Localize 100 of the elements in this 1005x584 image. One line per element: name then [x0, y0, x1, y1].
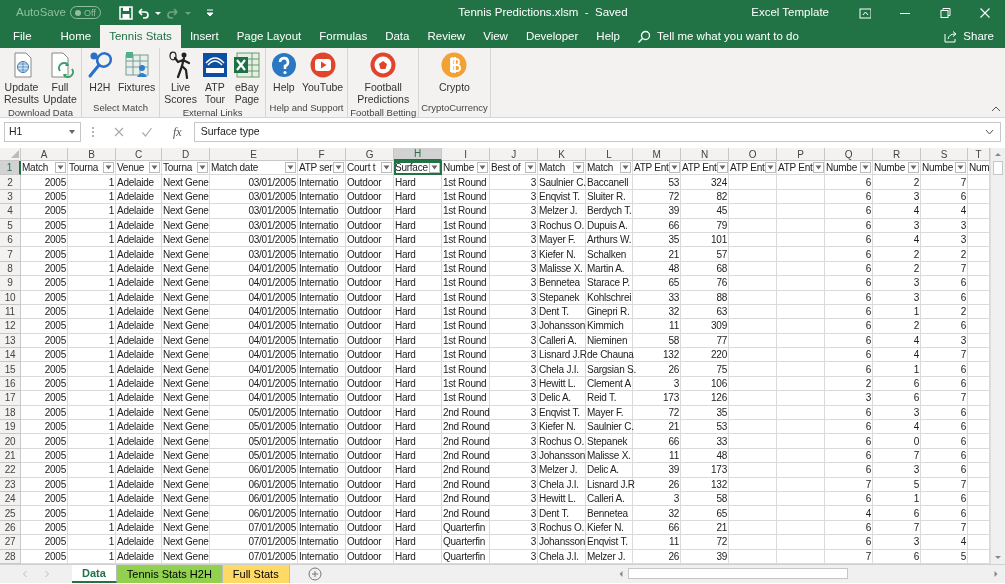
caret-icon — [199, 165, 206, 171]
column-header[interactable]: J — [490, 148, 538, 161]
sheet-tab[interactable]: Data — [72, 564, 117, 583]
column-header[interactable]: I — [442, 148, 490, 161]
ribbon-button[interactable]: YouTube — [299, 50, 346, 94]
ribbon-tab[interactable]: Data — [376, 25, 419, 48]
row-header[interactable]: 7 — [0, 247, 21, 262]
check-icon[interactable] — [141, 126, 153, 138]
ribbon-button[interactable]: Full Update — [41, 50, 79, 106]
filter-button[interactable] — [620, 162, 631, 174]
column-header[interactable]: G — [346, 148, 394, 161]
column-header[interactable]: L — [586, 148, 633, 161]
ribbon-button[interactable]: Help — [267, 50, 300, 94]
row-header[interactable]: 22 — [0, 463, 21, 478]
ribbon-tab[interactable]: Home — [51, 25, 101, 48]
column-header[interactable]: P — [777, 148, 825, 161]
row-header[interactable]: 19 — [0, 420, 21, 435]
restore-icon[interactable] — [939, 6, 951, 19]
column-header[interactable]: C — [116, 148, 162, 161]
ribbon-tab[interactable]: Review — [418, 25, 475, 48]
expand-icon[interactable] — [985, 129, 994, 135]
column-header[interactable]: B — [68, 148, 116, 161]
add-sheet-icon[interactable] — [307, 566, 322, 581]
column-header[interactable]: A — [21, 148, 68, 161]
row-header[interactable]: 14 — [0, 348, 21, 363]
ribbon-tab[interactable]: Insert — [180, 25, 228, 48]
ribbon-button[interactable]: Fixtures — [115, 50, 158, 94]
row-header[interactable]: 1 — [0, 161, 21, 176]
column-header[interactable]: F — [298, 148, 346, 161]
row-header[interactable]: 27 — [0, 535, 21, 550]
scrollbar-thumb[interactable] — [993, 161, 1003, 175]
row-header[interactable]: 15 — [0, 362, 21, 377]
row-header[interactable]: 25 — [0, 506, 21, 521]
row-header[interactable]: 12 — [0, 319, 21, 334]
row-header[interactable]: 4 — [0, 204, 21, 219]
filter-button[interactable] — [812, 162, 824, 174]
ribbon-tab[interactable]: Page Layout — [227, 25, 311, 48]
ribbon-display-icon[interactable] — [859, 6, 871, 19]
search-field[interactable]: Tell me what you want to do — [655, 26, 855, 47]
ribbon-button[interactable]: eBay Page — [230, 50, 263, 106]
column-header[interactable]: S — [921, 148, 968, 161]
filter-button[interactable] — [429, 162, 440, 174]
sheet-tab[interactable]: Full Stats — [222, 564, 290, 583]
column-header[interactable]: T — [968, 148, 990, 161]
sheet-tab[interactable]: Tennis Stats H2H — [116, 564, 223, 583]
ribbon-button[interactable]: Football Predictions — [355, 50, 412, 106]
filter-button[interactable] — [573, 162, 584, 174]
column-header[interactable]: O — [729, 148, 777, 161]
filter-button[interactable] — [333, 162, 344, 174]
ribbon-button[interactable]: H2H — [83, 50, 116, 94]
ribbon-tab[interactable]: Developer — [516, 25, 588, 48]
column-header[interactable]: R — [873, 148, 921, 161]
filter-button[interactable] — [197, 162, 208, 174]
formula-input[interactable]: Surface type — [193, 122, 1001, 142]
insert-function-button[interactable]: fx — [167, 122, 188, 142]
row-header[interactable]: 2 — [0, 175, 21, 190]
save-icon[interactable] — [118, 5, 133, 20]
column-header[interactable]: N — [681, 148, 729, 161]
filter-button[interactable] — [525, 162, 536, 174]
undo-icon[interactable] — [135, 5, 150, 20]
column-header[interactable]: K — [538, 148, 586, 161]
column-header[interactable]: E — [210, 148, 298, 161]
collapse-ribbon-icon[interactable] — [991, 105, 1001, 113]
row-header[interactable]: 20 — [0, 434, 21, 449]
filter-button[interactable] — [764, 162, 776, 174]
ribbon-button[interactable]: ATP Tour — [198, 50, 231, 106]
vertical-scrollbar[interactable] — [990, 148, 1005, 564]
name-box[interactable]: H1 — [4, 122, 81, 142]
scrollbar-thumb[interactable] — [628, 568, 848, 580]
filter-button[interactable] — [955, 162, 966, 174]
filter-button[interactable] — [285, 162, 296, 174]
row-header[interactable]: 9 — [0, 276, 21, 291]
ribbon-tab[interactable]: File — [4, 25, 52, 48]
table-cell: Hard — [394, 463, 442, 478]
filter-button[interactable] — [103, 162, 114, 174]
close-icon[interactable] — [979, 6, 991, 19]
ribbon-tab[interactable]: Formulas — [310, 25, 377, 48]
table-cell: Outdoor — [346, 477, 394, 492]
filter-button[interactable] — [149, 162, 160, 174]
column-header[interactable]: Q — [825, 148, 873, 161]
filter-button[interactable] — [55, 162, 66, 174]
column-header[interactable]: M — [633, 148, 681, 161]
column-header[interactable]: H — [394, 148, 442, 161]
caret-icon[interactable] — [68, 129, 76, 135]
ribbon-tab[interactable]: Help — [587, 25, 629, 48]
filter-button[interactable] — [381, 162, 392, 174]
ribbon-button[interactable]: Live Scores — [162, 50, 199, 106]
empty-cell — [777, 247, 825, 262]
filter-button[interactable] — [477, 162, 488, 174]
ribbon-tab[interactable]: Tennis Stats — [100, 25, 181, 48]
filter-button[interactable] — [908, 162, 919, 174]
ribbon-button[interactable]: Crypto — [437, 50, 472, 94]
ribbon-tab[interactable]: View — [474, 25, 517, 48]
filter-button[interactable] — [716, 162, 728, 174]
filter-button[interactable] — [668, 162, 680, 174]
filter-button[interactable] — [860, 162, 871, 174]
column-header[interactable]: D — [162, 148, 210, 161]
share-button[interactable]: Share — [937, 25, 1001, 48]
row-header[interactable]: 17 — [0, 391, 21, 406]
ribbon-button[interactable]: Update Results — [2, 50, 41, 106]
